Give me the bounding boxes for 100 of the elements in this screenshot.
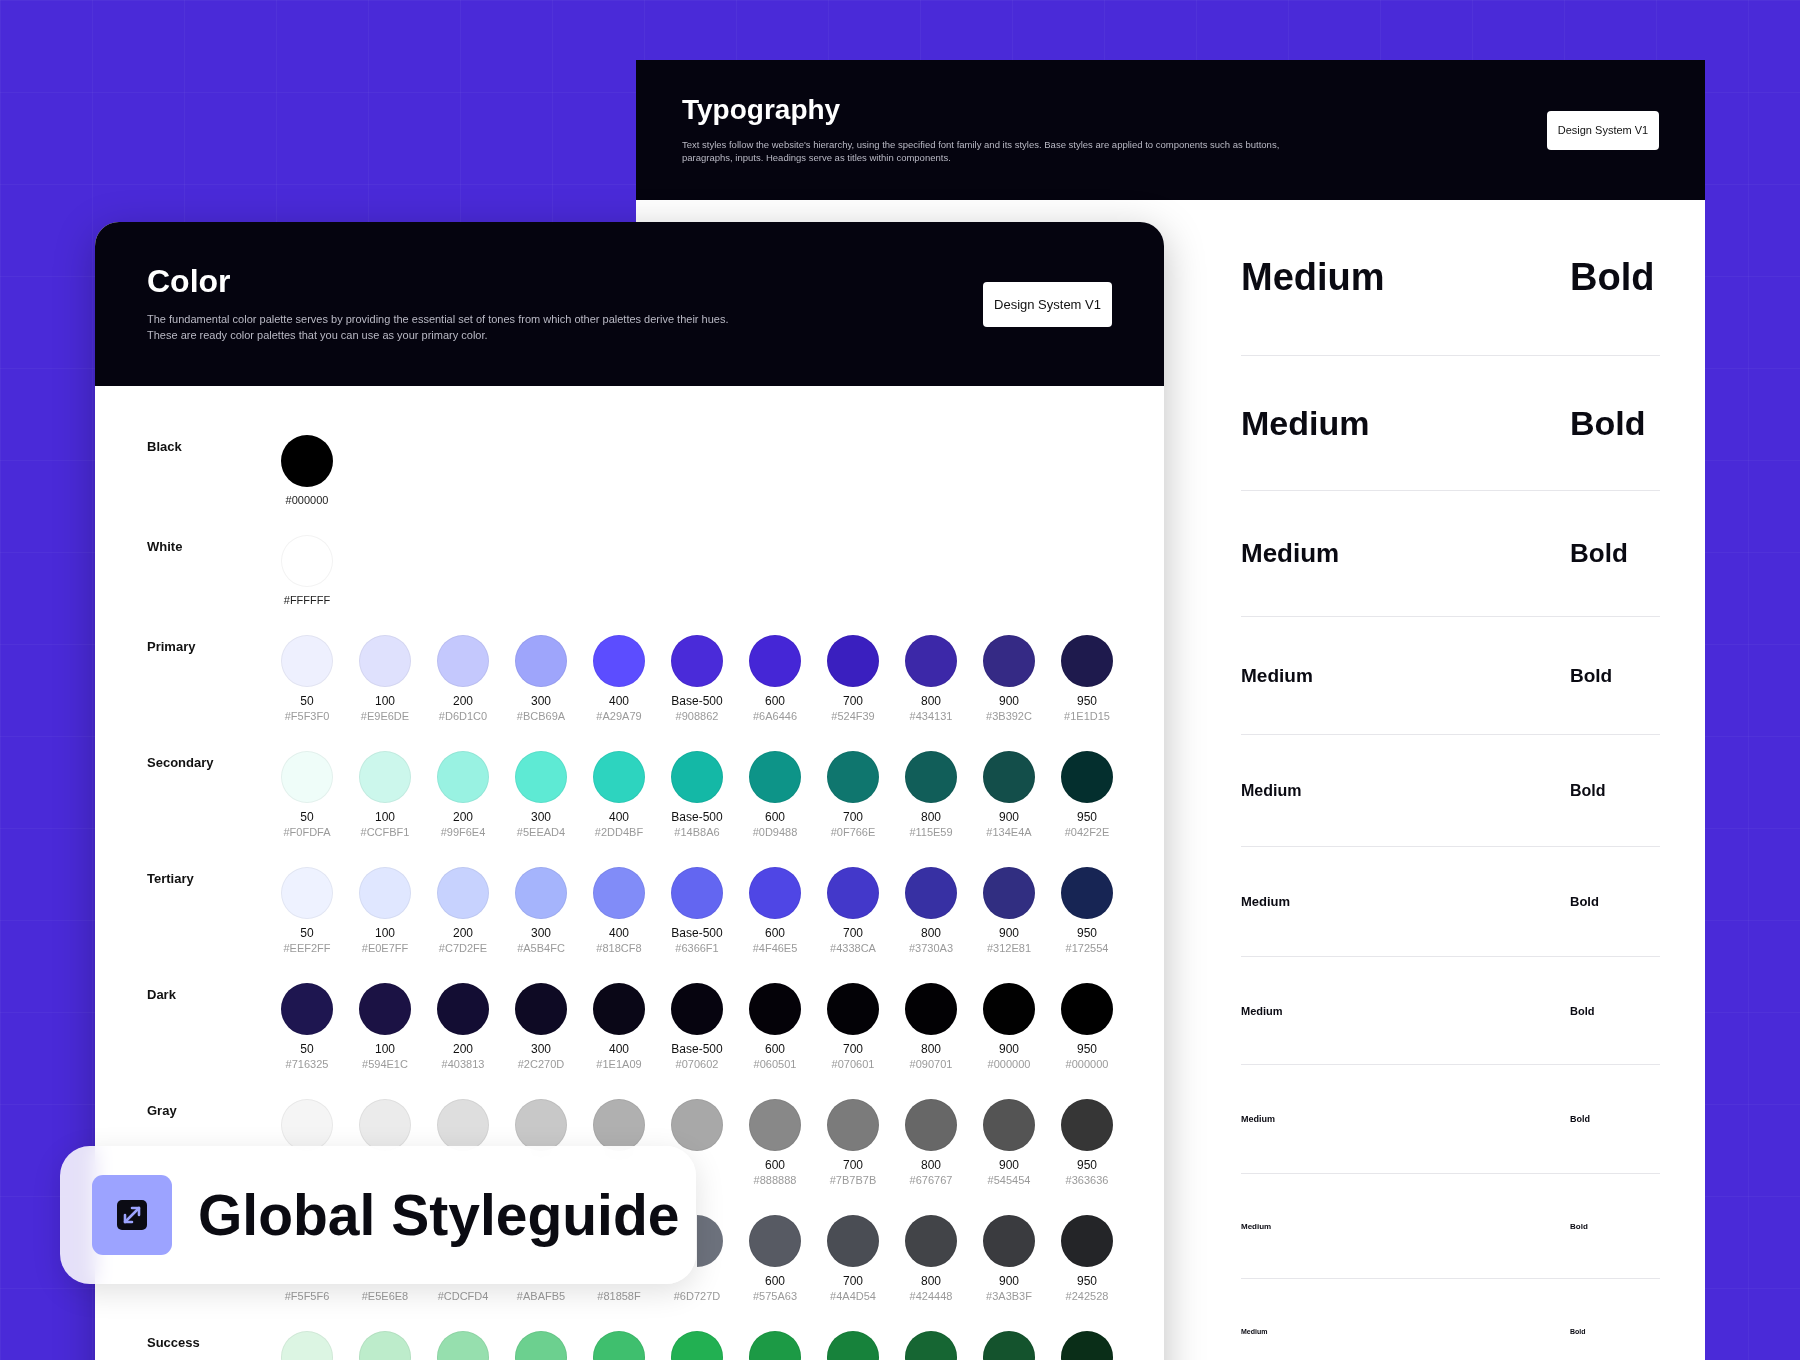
hex-code: #E9E6DE: [360, 709, 410, 724]
shade-label: 800: [921, 925, 941, 941]
font-sample: Medium: [1241, 1221, 1272, 1231]
hex-code: #F0FDFA: [283, 825, 331, 840]
hex-code: #060501: [753, 1057, 797, 1072]
hex-code: #545454: [987, 1173, 1031, 1188]
palette-name: Primary: [147, 638, 196, 654]
hex-code: #676767: [909, 1173, 953, 1188]
font-sample: Medium: [1241, 781, 1302, 800]
hex-code: #E5E6E8: [361, 1289, 409, 1304]
shade-label: 200: [453, 1041, 473, 1057]
shade-label: 600: [765, 1041, 785, 1057]
shade-label: 600: [765, 1157, 785, 1173]
hex-code: #6366F1: [675, 941, 719, 956]
palette-name: Tertiary: [147, 870, 194, 886]
shade-label: 600: [765, 809, 785, 825]
hex-code: #172554: [1065, 941, 1109, 956]
hex-code: #1E1A09: [596, 1057, 642, 1072]
shade-label: 400: [609, 693, 629, 709]
hex-code: #575A63: [752, 1289, 797, 1304]
shade-label: 400: [609, 1041, 629, 1057]
hex-code: #2C270D: [517, 1057, 565, 1072]
hex-code: #3A3B3F: [986, 1289, 1032, 1304]
version-button[interactable]: Design System V1: [1547, 110, 1659, 150]
hex-code: #312E81: [986, 941, 1031, 956]
font-sample: Medium: [1241, 1004, 1283, 1017]
panel-description: paragraphs, inputs. Headings serve as titles within components.: [682, 151, 952, 166]
hex-code: #CDCFD4: [437, 1289, 489, 1304]
shade-label: 900: [999, 1157, 1019, 1173]
shade-label: 800: [921, 1041, 941, 1057]
font-sample: Medium: [1241, 256, 1385, 299]
palette-name: Black: [147, 438, 182, 454]
shade-label: 100: [375, 925, 395, 941]
hex-code: #A29A79: [596, 709, 642, 724]
shade-label: 50: [300, 1041, 314, 1057]
font-sample: Bold: [1570, 538, 1628, 569]
hex-code: #000000: [285, 493, 329, 508]
font-sample: Medium: [1241, 664, 1313, 687]
hex-code: #434131: [909, 709, 953, 724]
shade-label: 100: [375, 693, 395, 709]
font-sample: Bold: [1570, 894, 1599, 909]
shade-label: 200: [453, 809, 473, 825]
hex-code: #1E1D15: [1064, 709, 1110, 724]
shade-label: Base-500: [671, 925, 723, 941]
shade-label: 300: [531, 809, 551, 825]
shade-label: 600: [765, 693, 785, 709]
shade-label: 200: [453, 693, 473, 709]
shade-label: 50: [300, 693, 314, 709]
hex-code: #4338CA: [830, 941, 876, 956]
shade-label: 700: [843, 1273, 863, 1289]
shade-label: 900: [999, 809, 1019, 825]
hex-code: #FFFFFF: [283, 593, 331, 608]
shade-label: 700: [843, 809, 863, 825]
shade-label: 950: [1077, 1041, 1097, 1057]
panel-description: Text styles follow the website's hierarchy, using the specified font family and its styles. Base styles are applied to components such as buttons,: [682, 137, 1280, 152]
shade-label: 700: [843, 925, 863, 941]
hex-code: #5EEAD4: [516, 825, 566, 840]
shade-label: 800: [921, 809, 941, 825]
font-sample: Medium: [1241, 403, 1370, 443]
font-sample: Bold: [1570, 1114, 1590, 1124]
shade-label: 50: [300, 925, 314, 941]
font-sample: Bold: [1570, 403, 1646, 443]
hex-code: #14B8A6: [674, 825, 720, 840]
hex-code: #6A6446: [752, 709, 797, 724]
hex-code: #0D9488: [752, 825, 798, 840]
hex-code: #403813: [441, 1057, 485, 1072]
shade-label: 200: [453, 925, 473, 941]
hex-code: #D6D1C0: [438, 709, 488, 724]
hex-code: #000000: [1065, 1057, 1109, 1072]
shade-label: 900: [999, 1273, 1019, 1289]
shade-label: 950: [1077, 925, 1097, 941]
panel-title: Typography: [682, 94, 842, 126]
hex-code: #070601: [831, 1057, 875, 1072]
shade-label: 950: [1077, 1157, 1097, 1173]
hex-code: #363636: [1065, 1173, 1109, 1188]
font-sample: Medium: [1241, 538, 1340, 569]
palette-name: Gray: [147, 1102, 177, 1118]
hex-code: #99F6E4: [440, 825, 486, 840]
font-sample: Medium: [1241, 1114, 1275, 1124]
shade-label: 800: [921, 693, 941, 709]
hex-code: #7B7B7B: [829, 1173, 877, 1188]
panel-title: Color: [147, 264, 232, 300]
shade-label: 800: [921, 1273, 941, 1289]
palette-name: White: [147, 538, 183, 554]
shade-label: Base-500: [671, 1041, 723, 1057]
font-sample: Bold: [1570, 664, 1613, 687]
font-sample: Medium: [1241, 894, 1291, 909]
hex-code: #3B392C: [986, 709, 1032, 724]
hex-code: #594E1C: [362, 1057, 408, 1072]
hex-code: #042F2E: [1064, 825, 1110, 840]
palette-name: Success: [147, 1334, 200, 1350]
hex-code: #242528: [1065, 1289, 1109, 1304]
font-sample: Bold: [1570, 781, 1606, 800]
shade-label: 900: [999, 925, 1019, 941]
hex-code: #C7D2FE: [438, 941, 488, 956]
shade-label: 700: [843, 693, 863, 709]
palette-name: Dark: [147, 986, 176, 1002]
hex-code: #908862: [675, 709, 719, 724]
hex-code: #4A4D54: [830, 1289, 876, 1304]
version-button[interactable]: Design System V1: [983, 281, 1112, 327]
